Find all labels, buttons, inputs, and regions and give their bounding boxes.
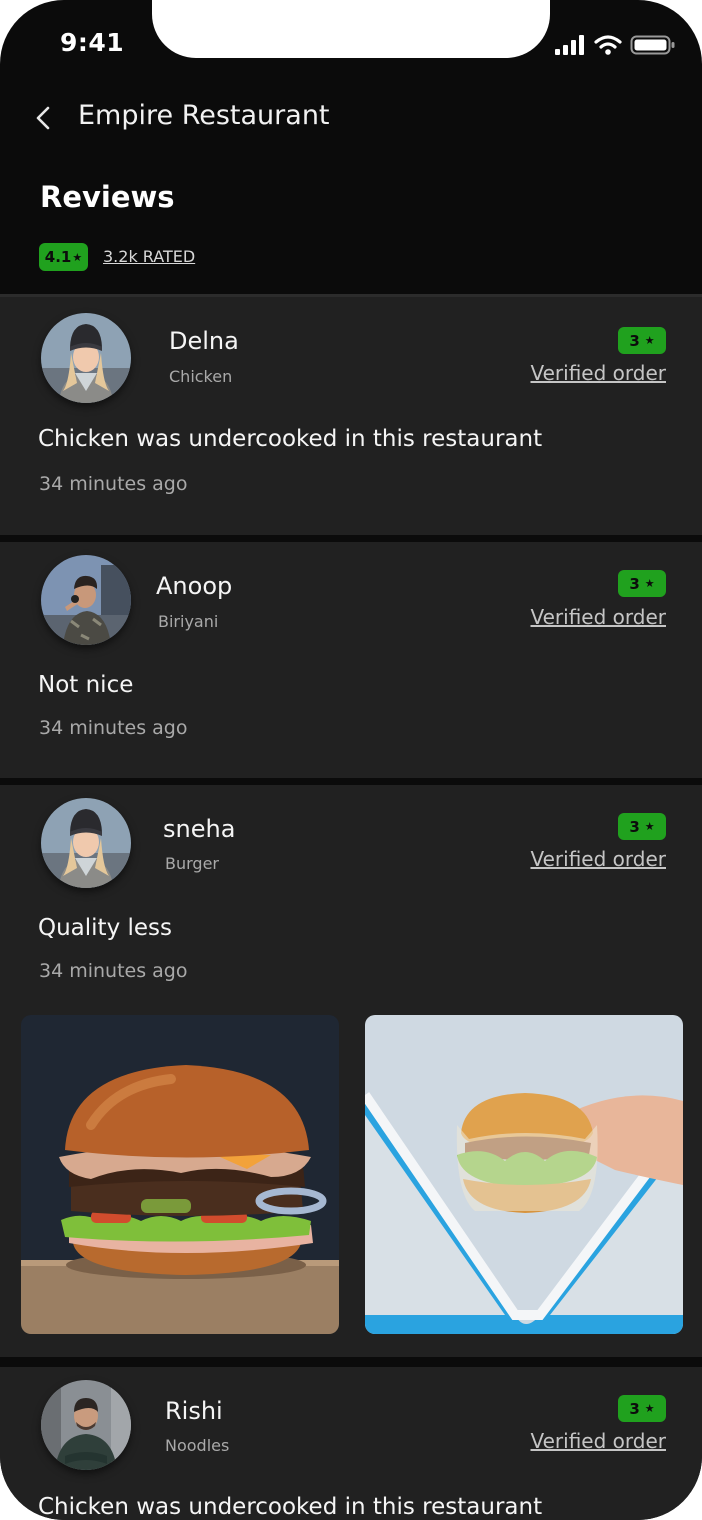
rated-count-link[interactable]: 3.2k RATED: [103, 247, 195, 266]
review-text: Chicken was undercooked in this restaura…: [38, 426, 543, 452]
reviewed-dish: Burger: [165, 854, 219, 873]
review-rating-badge: 3 ★: [618, 1395, 666, 1422]
star-icon: ★: [644, 334, 655, 347]
reviews-heading: Reviews: [40, 180, 175, 214]
reviewed-dish: Biriyani: [158, 612, 219, 631]
review-card: sneha Burger 3 ★ Verified order Quality …: [0, 785, 702, 1357]
verified-order-link[interactable]: Verified order: [531, 605, 667, 629]
back-arrow-icon[interactable]: [30, 100, 60, 136]
review-rating-value: 3: [629, 574, 640, 593]
avatar: [41, 798, 131, 888]
reviewed-dish: Noodles: [165, 1436, 230, 1455]
star-icon: ★: [644, 577, 655, 590]
verified-order-link[interactable]: Verified order: [531, 361, 667, 385]
page-title: Empire Restaurant: [78, 100, 330, 131]
star-icon: ★: [644, 820, 655, 833]
wifi-icon: [594, 35, 622, 55]
review-rating-badge: 3 ★: [618, 327, 666, 354]
camera-notch: [152, 0, 550, 58]
review-rating-value: 3: [629, 331, 640, 350]
verified-order-link[interactable]: Verified order: [531, 1429, 667, 1453]
review-rating-value: 3: [629, 817, 640, 836]
review-text: Not nice: [38, 672, 134, 698]
review-timestamp: 34 minutes ago: [39, 960, 188, 982]
reviewer-name: Rishi: [165, 1397, 223, 1425]
review-photo-hand-burger[interactable]: [365, 1015, 683, 1334]
review-rating-badge: 3 ★: [618, 570, 666, 597]
star-icon: ★: [644, 1402, 655, 1415]
overall-rating-badge: 4.1 ★: [39, 243, 88, 271]
status-icons: [554, 32, 676, 58]
review-text: Chicken was undercooked in this restaura…: [38, 1494, 543, 1520]
star-icon: ★: [72, 250, 83, 264]
signal-icon: [555, 35, 584, 55]
phone-screen: 9:41 Empire Restaurant Reviews 4.1 ★ 3.2…: [0, 0, 702, 1520]
review-text: Quality less: [38, 915, 173, 941]
review-card: Delna Chicken 3 ★ Verified order Chicken…: [0, 297, 702, 535]
battery-icon: [630, 35, 675, 55]
reviewer-name: Delna: [169, 327, 239, 355]
reviewer-name: sneha: [163, 815, 236, 843]
review-photo-burger[interactable]: [21, 1015, 339, 1334]
status-time: 9:41: [60, 28, 125, 57]
overall-rating-value: 4.1: [44, 248, 72, 266]
review-card: Rishi Noodles 3 ★ Verified order Chicken…: [0, 1367, 702, 1520]
review-timestamp: 34 minutes ago: [39, 473, 188, 495]
verified-order-link[interactable]: Verified order: [531, 847, 667, 871]
review-rating-value: 3: [629, 1399, 640, 1418]
review-timestamp: 34 minutes ago: [39, 717, 188, 739]
review-card: Anoop Biriyani 3 ★ Verified order Not ni…: [0, 542, 702, 778]
avatar: [41, 1380, 131, 1470]
review-rating-badge: 3 ★: [618, 813, 666, 840]
avatar: [41, 555, 131, 645]
avatar: [41, 313, 131, 403]
reviewed-dish: Chicken: [169, 367, 233, 386]
reviewer-name: Anoop: [156, 572, 233, 600]
